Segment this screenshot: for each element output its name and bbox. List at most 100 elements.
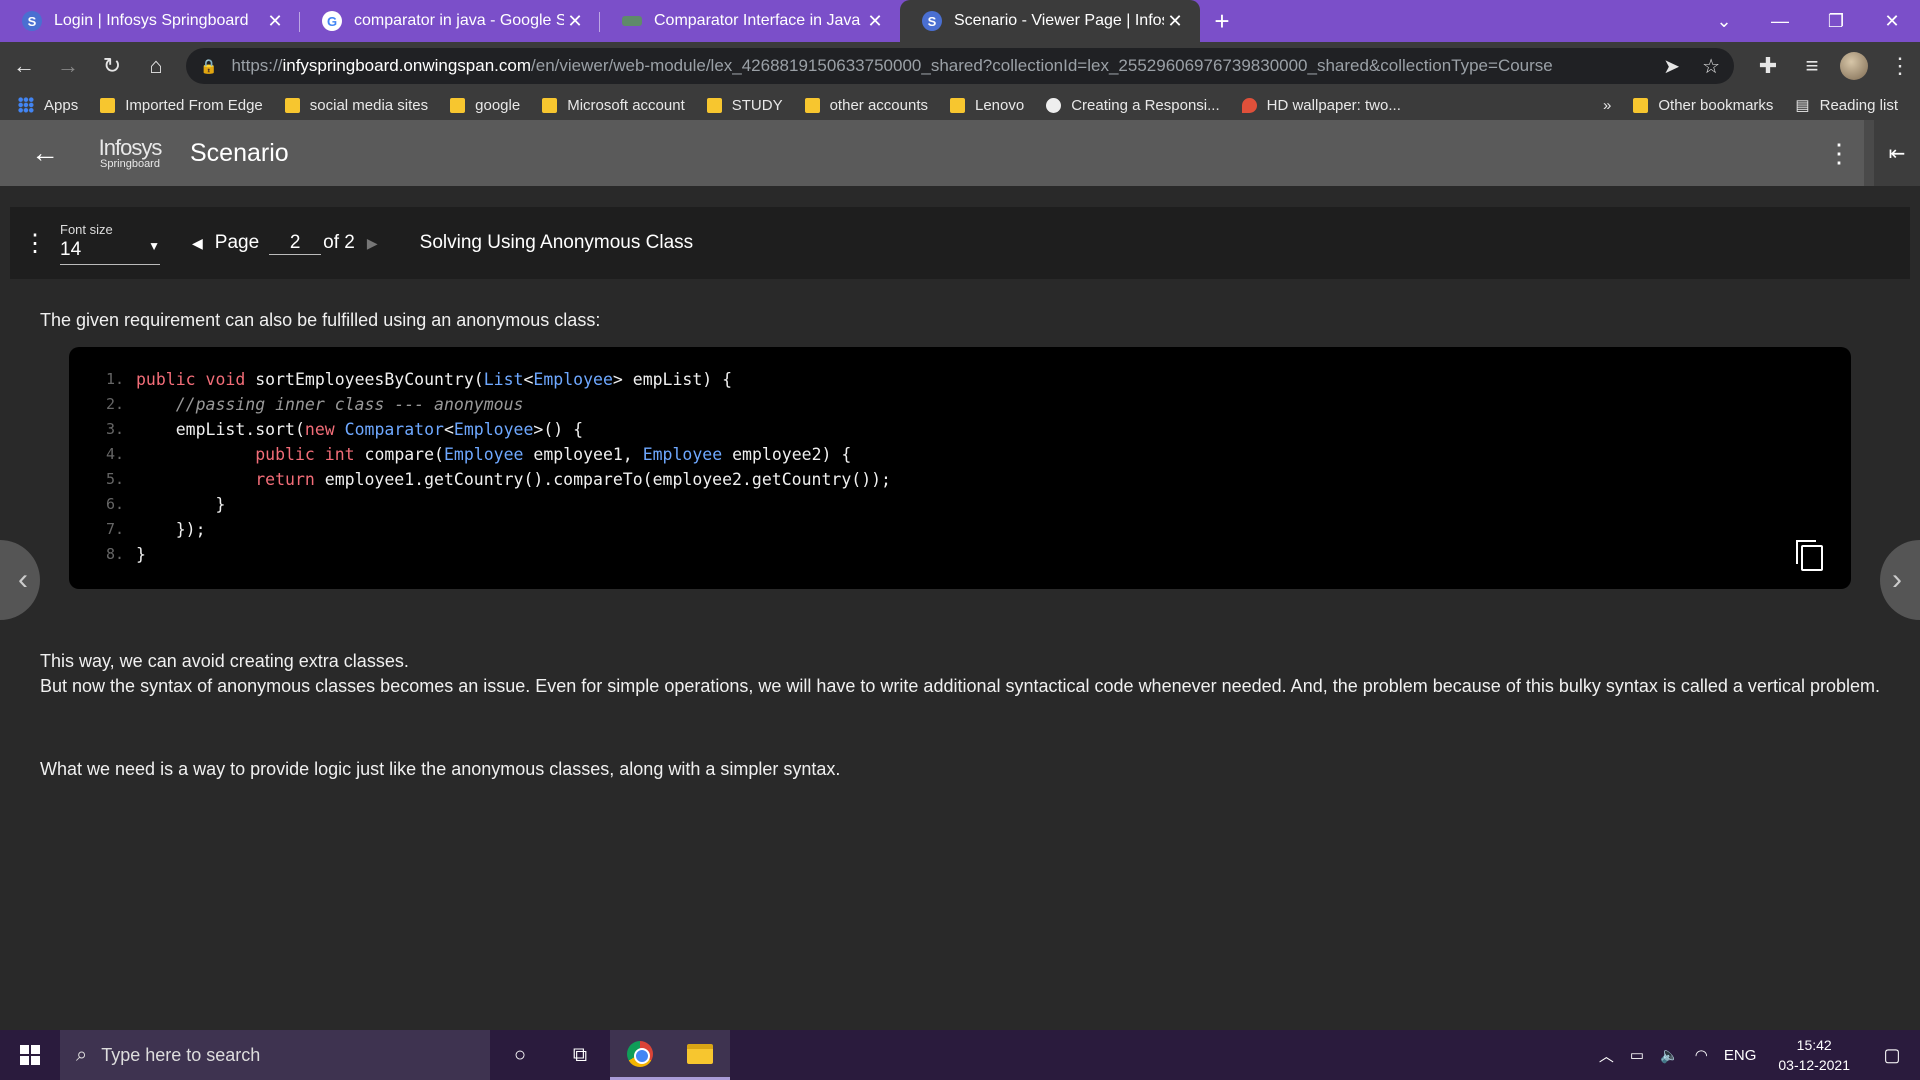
- apps-grid-icon: [18, 97, 34, 113]
- media-control-icon[interactable]: ≡: [1792, 46, 1832, 86]
- avatar[interactable]: [1840, 52, 1868, 80]
- bookmark-folder[interactable]: Imported From Edge: [100, 97, 263, 114]
- code-text: empList.sort(new Comparator<Employee>() …: [136, 420, 584, 439]
- code-line: 2. //passing inner class --- anonymous: [69, 392, 1851, 417]
- font-size-value: 14: [60, 238, 82, 260]
- close-icon[interactable]: ✕: [1164, 11, 1186, 32]
- bookmark-folder[interactable]: google: [450, 97, 520, 114]
- bookmark-folder[interactable]: other accounts: [804, 96, 928, 114]
- viewer-toolbar: ⋮ Font size 14 ▼ ◀ Page 2 of 2 ▶ Solving …: [10, 207, 1910, 279]
- chrome-icon: [627, 1040, 653, 1067]
- cortana-icon[interactable]: ○: [490, 1030, 550, 1080]
- language-indicator[interactable]: ENG: [1724, 1047, 1757, 1064]
- logo-line2: Springboard: [100, 157, 160, 170]
- bookmarks-overflow-icon[interactable]: »: [1603, 97, 1611, 114]
- send-tab-icon[interactable]: ➤: [1663, 54, 1680, 79]
- folder-icon: [284, 97, 300, 113]
- task-view-icon[interactable]: ⧉: [550, 1030, 610, 1080]
- bookmark-folder[interactable]: social media sites: [284, 97, 428, 114]
- font-size-select[interactable]: Font size 14 ▼: [60, 222, 160, 265]
- close-icon[interactable]: ✕: [564, 11, 586, 32]
- code-line: 1. public void sortEmployeesByCountry(Lis…: [69, 367, 1851, 392]
- tab-login[interactable]: S Login | Infosys Springboard ✕: [0, 0, 300, 42]
- extensions-puzzle-icon[interactable]: ✚: [1748, 46, 1788, 86]
- bookmark-star-icon[interactable]: ☆: [1702, 54, 1720, 79]
- close-icon[interactable]: ✕: [264, 11, 286, 32]
- app-header: ← Infosys Springboard Scenario ⋮ ⇤: [0, 120, 1920, 186]
- bookmark-label: Imported From Edge: [125, 96, 263, 114]
- line-number: 8.: [105, 545, 124, 563]
- clock-date: 03-12-2021: [1778, 1057, 1850, 1073]
- other-bookmarks[interactable]: Other bookmarks: [1633, 97, 1773, 114]
- clock-time: 15:42: [1796, 1037, 1832, 1053]
- bookmarks-bar: Apps Imported From Edge social media sit…: [0, 90, 1920, 120]
- bookmark-link[interactable]: Creating a Responsi...: [1046, 97, 1220, 114]
- tab-google-search[interactable]: G comparator in java - Google Sear ✕: [300, 0, 600, 42]
- next-resource-button[interactable]: ›: [1880, 540, 1920, 620]
- folder-icon: [542, 97, 558, 113]
- page-label: Page: [214, 232, 260, 253]
- bookmark-folder[interactable]: Microsoft account: [542, 97, 685, 114]
- bookmark-label: other accounts: [829, 96, 928, 114]
- bookmark-label: Lenovo: [975, 96, 1025, 114]
- system-tray: ︿ ▭ 🔈 ◠ ENG 15:42 03-12-2021 ▢: [1591, 1035, 1920, 1075]
- next-page-icon[interactable]: ▶: [367, 235, 378, 252]
- wifi-icon[interactable]: ◠: [1695, 1046, 1708, 1064]
- logo[interactable]: Infosys Springboard: [90, 136, 170, 170]
- viewer-menu-icon[interactable]: ⋮: [10, 229, 60, 258]
- line-number: 2.: [105, 395, 124, 413]
- bookmark-label: Other bookmarks: [1658, 96, 1774, 114]
- close-icon[interactable]: ✕: [864, 11, 886, 32]
- more-options-icon[interactable]: ⋮: [1814, 138, 1864, 169]
- bookmark-apps[interactable]: Apps: [18, 97, 78, 114]
- line-number: 7.: [105, 520, 124, 538]
- reading-list[interactable]: ▤ Reading list: [1795, 96, 1898, 115]
- previous-page-icon[interactable]: ◀: [192, 235, 203, 252]
- site-icon: [1241, 97, 1257, 113]
- address-bar[interactable]: 🔒 https://infyspringboard.onwingspan.com…: [186, 48, 1734, 84]
- battery-icon[interactable]: ▭: [1630, 1046, 1644, 1064]
- home-button[interactable]: ⌂: [136, 46, 176, 86]
- reload-button[interactable]: ↻: [92, 46, 132, 86]
- bookmark-label: Reading list: [1819, 96, 1898, 114]
- previous-resource-button[interactable]: ‹: [0, 540, 40, 620]
- taskbar-chrome[interactable]: [610, 1030, 670, 1080]
- bookmark-folder[interactable]: Lenovo: [950, 97, 1024, 114]
- new-tab-button[interactable]: +: [1200, 0, 1244, 42]
- page-number-input[interactable]: 2: [269, 232, 322, 255]
- show-hidden-icons-icon[interactable]: ︿: [1599, 1045, 1614, 1066]
- start-button[interactable]: [0, 1030, 60, 1080]
- volume-icon[interactable]: 🔈: [1660, 1046, 1679, 1064]
- page-total: of 2: [323, 232, 355, 253]
- copy-icon[interactable]: [1796, 540, 1823, 571]
- tab-title: comparator in java - Google Sear: [354, 12, 564, 29]
- back-arrow-icon[interactable]: ←: [0, 137, 90, 169]
- tab-scenario-viewer[interactable]: S Scenario - Viewer Page | Infosys S ✕: [900, 0, 1200, 42]
- tab-comparator-interface[interactable]: Comparator Interface in Java with ✕: [600, 0, 900, 42]
- tab-title: Login | Infosys Springboard: [54, 12, 249, 29]
- collapse-panel-icon[interactable]: ⇤: [1864, 120, 1920, 186]
- restore-button[interactable]: ❐: [1808, 0, 1864, 42]
- springboard-icon: S: [922, 11, 942, 31]
- minimize-button[interactable]: —: [1752, 0, 1808, 42]
- bookmark-link[interactable]: HD wallpaper: two...: [1241, 97, 1401, 114]
- close-window-button[interactable]: ✕: [1864, 0, 1920, 42]
- code-text: }: [136, 545, 146, 564]
- chrome-menu-icon[interactable]: ⋮: [1880, 46, 1920, 86]
- code-line: 5. return employee1.getCountry().compare…: [69, 467, 1851, 492]
- lock-icon[interactable]: 🔒: [200, 58, 217, 75]
- url-path: /en/viewer/web-module/lex_42688191506337…: [531, 56, 1553, 75]
- explanation-line1: This way, we can avoid creating extra cl…: [40, 651, 409, 671]
- clock[interactable]: 15:42 03-12-2021: [1778, 1035, 1850, 1075]
- file-explorer-icon: [687, 1043, 713, 1064]
- forward-button[interactable]: →: [48, 46, 88, 86]
- taskbar-search-box[interactable]: ⌕ Type here to search: [60, 1030, 490, 1080]
- tab-search-chevron-icon[interactable]: ⌄: [1696, 0, 1752, 42]
- back-button[interactable]: ←: [4, 46, 44, 86]
- code-line: 6. }: [69, 492, 1851, 517]
- bookmark-folder[interactable]: STUDY: [706, 96, 783, 114]
- taskbar-file-explorer[interactable]: [670, 1030, 730, 1080]
- code-text: //passing inner class --- anonymous: [175, 395, 524, 414]
- notifications-icon[interactable]: ▢: [1872, 1045, 1912, 1066]
- bookmark-label: STUDY: [731, 96, 783, 114]
